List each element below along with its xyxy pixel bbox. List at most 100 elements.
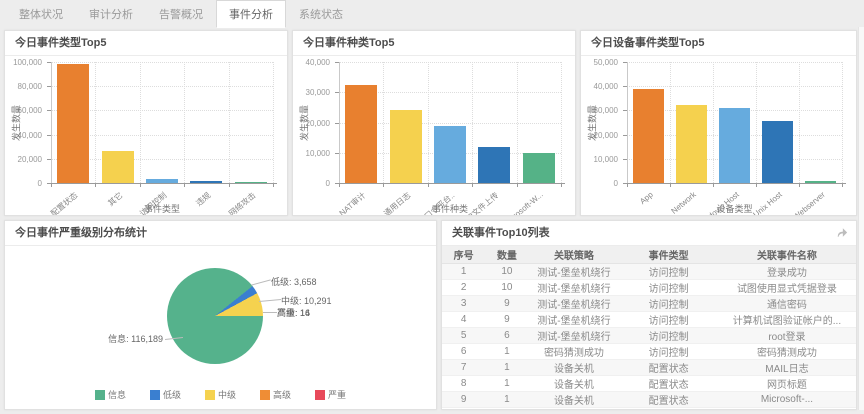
gridline-v <box>799 62 800 183</box>
x-tick-mark <box>339 183 340 187</box>
pie-label-信息: 信息: 116,189 <box>67 332 163 345</box>
table-row[interactable]: 39测试-堡垒机绕行访问控制通信密码 <box>442 296 856 312</box>
table-cell: 登录成功 <box>718 264 856 280</box>
gridline-h <box>339 62 561 63</box>
gridline-v <box>273 62 274 183</box>
table-cell: 测试-堡垒机绕行 <box>529 296 620 312</box>
scrollbar-track[interactable] <box>858 27 864 410</box>
table-cell: 9 <box>485 312 528 328</box>
bar-Windows Host[interactable] <box>719 108 750 183</box>
bar-Unix Host[interactable] <box>762 121 793 183</box>
bar-配置状态[interactable] <box>57 64 89 183</box>
table-cell: 访问控制 <box>619 328 718 344</box>
panel-severity-pie: 今日事件严重级别分布统计 信息: 116,189低级: 3,658中级: 10,… <box>4 220 437 410</box>
bar-Webserver[interactable] <box>805 181 836 183</box>
table-cell: 设备关机 <box>529 376 620 392</box>
table-cell: 配置状态 <box>619 408 718 410</box>
panel-event-kind-top5: 今日事件种类Top5 010,00020,00030,00040,000NAT审… <box>292 30 576 216</box>
bar-NAT审计[interactable] <box>345 85 377 183</box>
x-tick-mark <box>383 183 384 187</box>
x-tick-mark <box>799 183 800 187</box>
table-title: 关联事件Top10列表 <box>452 227 550 239</box>
x-tick-mark <box>95 183 96 187</box>
panel-event-type-top5: 今日事件类型Top5 020,00040,00060,00080,000100,… <box>4 30 288 216</box>
x-axis-line <box>335 183 565 184</box>
tab-系统状态[interactable]: 系统状态 <box>286 0 356 27</box>
bar-App[interactable] <box>633 89 664 183</box>
bar-访问控制[interactable] <box>146 179 178 183</box>
bar-网络攻击[interactable] <box>235 182 267 183</box>
y-axis-line <box>627 62 628 183</box>
table-cell: 4 <box>442 312 485 328</box>
table-cell: 通信密码 <box>718 296 856 312</box>
y-tick-label: 80,000 <box>5 82 42 91</box>
table-cell: 试图使用显式凭据登录 <box>718 280 856 296</box>
tab-bar: 整体状况审计分析告警概况事件分析系统状态 <box>0 0 864 27</box>
tab-审计分析[interactable]: 审计分析 <box>76 0 146 27</box>
table-header-row: 序号数量关联策略事件类型关联事件名称 <box>442 246 856 264</box>
legend-swatch <box>205 390 215 400</box>
bar-通用日志[interactable] <box>390 110 422 183</box>
table-row[interactable]: 101设备关机配置状态已请求到对象的句柄 <box>442 408 856 410</box>
table-row[interactable]: 56测试-堡垒机绕行访问控制root登录 <box>442 328 856 344</box>
gridline-h <box>627 62 842 63</box>
bar-其它[interactable] <box>102 151 134 183</box>
table-cell: 1 <box>485 344 528 360</box>
pie-chart-severity: 信息: 116,189低级: 3,658中级: 10,291高级: 16严重: … <box>5 246 436 409</box>
tab-整体状况[interactable]: 整体状况 <box>6 0 76 27</box>
legend-label: 高级 <box>273 388 291 401</box>
tab-告警概况[interactable]: 告警概况 <box>146 0 216 27</box>
y-axis-line <box>51 62 52 183</box>
legend-item-信息[interactable]: 信息 <box>95 388 126 401</box>
bar-Network[interactable] <box>676 105 707 183</box>
column-header-事件类型: 事件类型 <box>619 246 718 264</box>
panel-title: 今日事件严重级别分布统计 <box>5 221 436 246</box>
table-cell: Microsoft-... <box>718 392 856 408</box>
y-tick-label: 50,000 <box>581 58 618 67</box>
tab-事件分析[interactable]: 事件分析 <box>216 0 286 28</box>
table-cell: 1 <box>485 360 528 376</box>
x-tick-mark <box>561 183 562 187</box>
bar-Microsoft-W...[interactable] <box>523 153 555 183</box>
table-row[interactable]: 49测试-堡垒机绕行访问控制计算机试图验证帐户的... <box>442 312 856 328</box>
legend-swatch <box>260 390 270 400</box>
legend-item-高级[interactable]: 高级 <box>260 388 291 401</box>
table-row[interactable]: 71设备关机配置状态MAIL日志 <box>442 360 856 376</box>
table-cell: 配置状态 <box>619 360 718 376</box>
legend-item-严重[interactable]: 严重 <box>315 388 346 401</box>
legend-swatch <box>315 390 325 400</box>
x-tick-mark <box>184 183 185 187</box>
x-tick-mark <box>842 183 843 187</box>
table-row[interactable]: 210测试-堡垒机绕行访问控制试图使用显式凭据登录 <box>442 280 856 296</box>
table-row[interactable]: 81设备关机配置状态网页标题 <box>442 376 856 392</box>
table-row[interactable]: 91设备关机配置状态Microsoft-... <box>442 392 856 408</box>
table-row[interactable]: 110测试-堡垒机绕行访问控制登录成功 <box>442 264 856 280</box>
pie-label-低级: 低级: 3,658 <box>271 275 317 288</box>
legend-label: 中级 <box>218 388 236 401</box>
x-tick-mark <box>713 183 714 187</box>
x-tick-mark <box>627 183 628 187</box>
table-cell: 访问控制 <box>619 312 718 328</box>
table-cell: 测试-堡垒机绕行 <box>529 312 620 328</box>
panel-device-event-type-top5: 今日设备事件类型Top5 010,00020,00030,00040,00050… <box>580 30 857 216</box>
table-cell: 测试-堡垒机绕行 <box>529 328 620 344</box>
legend-item-低级[interactable]: 低级 <box>150 388 181 401</box>
table-cell: root登录 <box>718 328 856 344</box>
legend-item-中级[interactable]: 中级 <box>205 388 236 401</box>
bar-Windows 口令平台..[interactable] <box>434 126 466 183</box>
table-cell: 设备关机 <box>529 360 620 376</box>
leader-line <box>263 312 277 313</box>
table-row[interactable]: 61密码猜测成功访问控制密码猜测成功 <box>442 344 856 360</box>
x-axis-line <box>623 183 846 184</box>
table-cell: 访问控制 <box>619 296 718 312</box>
x-tick-mark <box>756 183 757 187</box>
bar-FTP文件上传[interactable] <box>478 147 510 183</box>
table-cell: 8 <box>442 376 485 392</box>
share-arrow-icon[interactable] <box>836 227 848 238</box>
table-cell: 2 <box>442 280 485 296</box>
x-tick-mark <box>517 183 518 187</box>
x-tick-mark <box>229 183 230 187</box>
bar-违规[interactable] <box>190 181 222 183</box>
pie-severity[interactable] <box>167 268 263 364</box>
panel-title: 今日设备事件类型Top5 <box>581 31 856 56</box>
